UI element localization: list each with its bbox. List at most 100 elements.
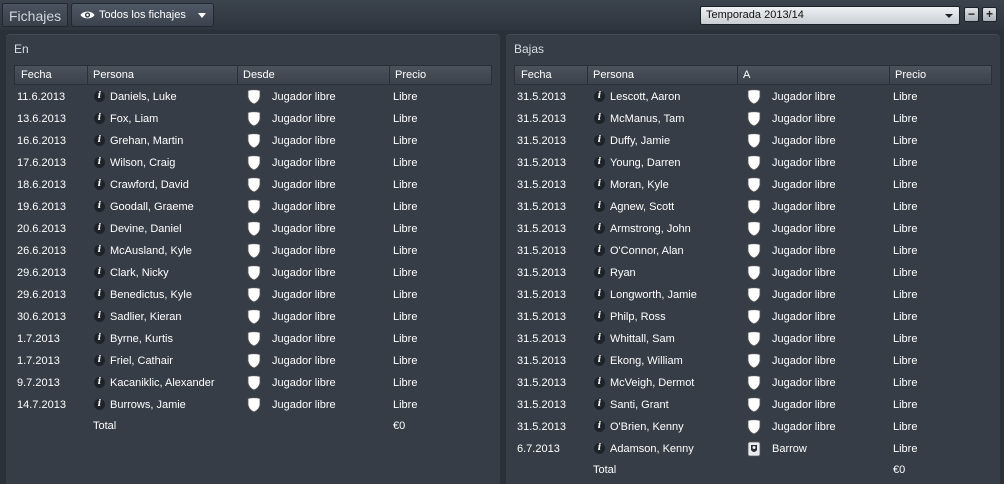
person-name[interactable]: Longworth, Jamie	[610, 284, 697, 306]
person-name[interactable]: McAusland, Kyle	[110, 240, 192, 262]
info-icon[interactable]: i	[594, 267, 605, 278]
person-name[interactable]: Goodall, Graeme	[110, 196, 194, 218]
club-name[interactable]: Jugador libre	[772, 394, 836, 416]
column-header-club[interactable]: Desde	[243, 69, 275, 81]
info-icon[interactable]: i	[594, 157, 605, 168]
info-icon[interactable]: i	[94, 355, 105, 366]
info-icon[interactable]: i	[94, 377, 105, 388]
info-icon[interactable]: i	[594, 333, 605, 344]
club-name[interactable]: Jugador libre	[772, 350, 836, 372]
table-row[interactable]: 11.6.2013 i Daniels, Luke Jugador libre Libr…	[14, 86, 492, 108]
person-name[interactable]: Armstrong, John	[610, 218, 691, 240]
table-row[interactable]: 26.6.2013 i McAusland, Kyle Jugador libre Li…	[14, 240, 492, 262]
club-name[interactable]: Jugador libre	[272, 350, 336, 372]
table-row[interactable]: 6.7.2013 i Adamson, Kenny Barrow Libre	[514, 438, 992, 460]
person-name[interactable]: Daniels, Luke	[110, 86, 177, 108]
person-name[interactable]: Clark, Nicky	[110, 262, 169, 284]
club-name[interactable]: Jugador libre	[272, 218, 336, 240]
club-name[interactable]: Jugador libre	[772, 306, 836, 328]
info-icon[interactable]: i	[594, 355, 605, 366]
person-name[interactable]: Fox, Liam	[110, 108, 158, 130]
table-row[interactable]: 18.6.2013 i Crawford, David Jugador libre Li…	[14, 174, 492, 196]
person-name[interactable]: Sadlier, Kieran	[110, 306, 182, 328]
person-name[interactable]: Young, Darren	[610, 152, 681, 174]
table-row[interactable]: 9.7.2013 i Kacaniklic, Alexander Jugador li…	[14, 372, 492, 394]
column-header-price[interactable]: Precio	[395, 69, 426, 81]
person-name[interactable]: Whittall, Sam	[610, 328, 675, 350]
info-icon[interactable]: i	[594, 421, 605, 432]
club-name[interactable]: Jugador libre	[772, 328, 836, 350]
table-row[interactable]: 13.6.2013 i Fox, Liam Jugador libre Libre	[14, 108, 492, 130]
info-icon[interactable]: i	[94, 201, 105, 212]
collapse-button[interactable]: −	[964, 7, 979, 22]
club-name[interactable]: Jugador libre	[772, 196, 836, 218]
info-icon[interactable]: i	[94, 179, 105, 190]
club-name[interactable]: Jugador libre	[772, 130, 836, 152]
table-row[interactable]: 31.5.2013 i Whittall, Sam Jugador libre Libr…	[514, 328, 992, 350]
club-name[interactable]: Jugador libre	[272, 284, 336, 306]
table-row[interactable]: 31.5.2013 i McVeigh, Dermot Jugador libre Li…	[514, 372, 992, 394]
person-name[interactable]: Lescott, Aaron	[610, 86, 680, 108]
table-row[interactable]: 31.5.2013 i Ekong, William Jugador libre Lib…	[514, 350, 992, 372]
table-row[interactable]: 1.7.2013 i Byrne, Kurtis Jugador libre Libre	[14, 328, 492, 350]
info-icon[interactable]: i	[94, 245, 105, 256]
club-name[interactable]: Jugador libre	[272, 108, 336, 130]
club-name[interactable]: Jugador libre	[272, 262, 336, 284]
info-icon[interactable]: i	[594, 245, 605, 256]
table-row[interactable]: 31.5.2013 i Young, Darren Jugador libre Libr…	[514, 152, 992, 174]
club-name[interactable]: Jugador libre	[772, 108, 836, 130]
person-name[interactable]: Duffy, Jamie	[610, 130, 670, 152]
table-row[interactable]: 14.7.2013 i Burrows, Jamie Jugador libre Lib…	[14, 394, 492, 416]
person-name[interactable]: McVeigh, Dermot	[610, 372, 694, 394]
person-name[interactable]: Ryan	[610, 262, 636, 284]
person-name[interactable]: Crawford, David	[110, 174, 189, 196]
person-name[interactable]: Devine, Daniel	[110, 218, 182, 240]
person-name[interactable]: Adamson, Kenny	[610, 438, 694, 460]
table-row[interactable]: 31.5.2013 i Ryan Jugador libre Libre	[514, 262, 992, 284]
club-name[interactable]: Jugador libre	[272, 372, 336, 394]
transfers-filter-dropdown[interactable]: Todos los fichajes	[71, 3, 214, 27]
club-name[interactable]: Jugador libre	[772, 218, 836, 240]
info-icon[interactable]: i	[94, 135, 105, 146]
table-row[interactable]: 31.5.2013 i Duffy, Jamie Jugador libre Libre	[514, 130, 992, 152]
info-icon[interactable]: i	[94, 91, 105, 102]
person-name[interactable]: Burrows, Jamie	[110, 394, 186, 416]
person-name[interactable]: Santi, Grant	[610, 394, 669, 416]
table-row[interactable]: 1.7.2013 i Friel, Cathair Jugador libre Libr…	[14, 350, 492, 372]
club-name[interactable]: Jugador libre	[772, 416, 836, 438]
expand-button[interactable]: +	[982, 7, 997, 22]
person-name[interactable]: Agnew, Scott	[610, 196, 674, 218]
season-select[interactable]: Temporada 2013/14	[700, 6, 960, 25]
table-row[interactable]: 31.5.2013 i O'Connor, Alan Jugador libre Lib…	[514, 240, 992, 262]
club-name[interactable]: Jugador libre	[272, 394, 336, 416]
table-row[interactable]: 29.6.2013 i Benedictus, Kyle Jugador libre L…	[14, 284, 492, 306]
club-name[interactable]: Jugador libre	[272, 174, 336, 196]
table-row[interactable]: 30.6.2013 i Sadlier, Kieran Jugador libre Li…	[14, 306, 492, 328]
person-name[interactable]: Ekong, William	[610, 350, 683, 372]
info-icon[interactable]: i	[594, 179, 605, 190]
info-icon[interactable]: i	[94, 223, 105, 234]
table-row[interactable]: 20.6.2013 i Devine, Daniel Jugador libre Lib…	[14, 218, 492, 240]
club-name[interactable]: Jugador libre	[272, 152, 336, 174]
column-header-date[interactable]: Fecha	[521, 69, 552, 81]
table-row[interactable]: 31.5.2013 i O'Brien, Kenny Jugador libre Lib…	[514, 416, 992, 438]
table-row[interactable]: 16.6.2013 i Grehan, Martin Jugador libre Lib…	[14, 130, 492, 152]
info-icon[interactable]: i	[594, 289, 605, 300]
person-name[interactable]: O'Connor, Alan	[610, 240, 684, 262]
column-header-date[interactable]: Fecha	[21, 69, 52, 81]
club-name[interactable]: Jugador libre	[772, 86, 836, 108]
column-header-person[interactable]: Persona	[593, 69, 634, 81]
info-icon[interactable]: i	[594, 311, 605, 322]
info-icon[interactable]: i	[94, 157, 105, 168]
person-name[interactable]: Benedictus, Kyle	[110, 284, 192, 306]
person-name[interactable]: Philp, Ross	[610, 306, 666, 328]
person-name[interactable]: Kacaniklic, Alexander	[110, 372, 215, 394]
club-name[interactable]: Jugador libre	[272, 196, 336, 218]
info-icon[interactable]: i	[94, 267, 105, 278]
column-header-price[interactable]: Precio	[895, 69, 926, 81]
person-name[interactable]: Grehan, Martin	[110, 130, 183, 152]
info-icon[interactable]: i	[94, 333, 105, 344]
person-name[interactable]: O'Brien, Kenny	[610, 416, 684, 438]
table-row[interactable]: 31.5.2013 i Longworth, Jamie Jugador libre L…	[514, 284, 992, 306]
club-name[interactable]: Jugador libre	[272, 306, 336, 328]
